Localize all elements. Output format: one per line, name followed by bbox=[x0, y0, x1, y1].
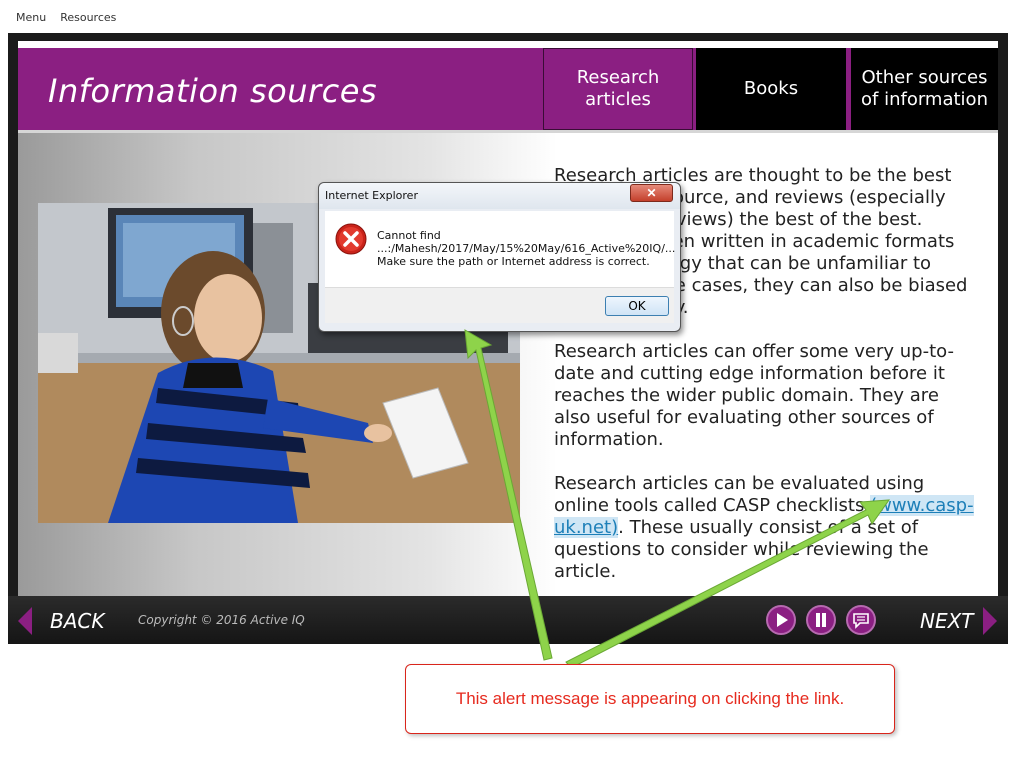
dialog-line-2: ...:/Mahesh/2017/May/15%20May/616_Active… bbox=[377, 242, 676, 255]
back-arrow-icon[interactable] bbox=[18, 607, 32, 635]
player-footer: BACK Copyright © 2016 Active IQ NEXT bbox=[8, 596, 1008, 644]
pause-icon bbox=[816, 613, 826, 627]
next-button[interactable]: NEXT bbox=[920, 609, 974, 633]
resources-link[interactable]: Resources bbox=[60, 11, 116, 24]
dialog-close-button[interactable]: ✕ bbox=[630, 184, 673, 202]
annotation-text: This alert message is appearing on click… bbox=[455, 689, 845, 708]
dialog-footer: OK bbox=[325, 287, 674, 323]
paragraph-3-text-a: Research articles can be evaluated using… bbox=[554, 473, 925, 516]
dialog-body: Cannot find ...:/Mahesh/2017/May/15%20Ma… bbox=[325, 211, 675, 287]
alert-dialog: Internet Explorer ✕ Cannot find ...:/Mah… bbox=[318, 182, 681, 332]
play-button[interactable] bbox=[766, 605, 796, 635]
slide-header: Information sources Research articles Bo… bbox=[18, 48, 998, 130]
back-button[interactable]: BACK bbox=[50, 609, 104, 633]
top-menu-bar: Menu Resources bbox=[16, 11, 116, 24]
paragraph-3: Research articles can be evaluated using… bbox=[554, 473, 980, 583]
stage-top-border bbox=[18, 41, 998, 48]
dialog-message: Cannot find ...:/Mahesh/2017/May/15%20Ma… bbox=[377, 229, 675, 268]
menu-link[interactable]: Menu bbox=[16, 11, 46, 24]
tab-research-articles[interactable]: Research articles bbox=[543, 48, 693, 130]
page-title: Information sources bbox=[48, 72, 378, 110]
play-icon bbox=[777, 613, 788, 627]
dialog-line-1: Cannot find bbox=[377, 229, 441, 242]
copyright-text: Copyright © 2016 Active IQ bbox=[138, 613, 305, 627]
dialog-title: Internet Explorer bbox=[325, 189, 418, 202]
dialog-line-3: Make sure the path or Internet address i… bbox=[377, 255, 650, 268]
speech-bubble-icon bbox=[853, 613, 869, 629]
transcript-button[interactable] bbox=[846, 605, 876, 635]
annotation-callout: This alert message is appearing on click… bbox=[405, 664, 895, 734]
next-arrow-icon[interactable] bbox=[983, 607, 997, 635]
tab-books[interactable]: Books bbox=[696, 48, 846, 130]
dialog-ok-button[interactable]: OK bbox=[605, 296, 669, 316]
course-player: Information sources Research articles Bo… bbox=[8, 33, 1008, 644]
pause-button[interactable] bbox=[806, 605, 836, 635]
tab-other-sources[interactable]: Other sources of information bbox=[848, 48, 998, 130]
error-circle-x-icon bbox=[335, 223, 367, 255]
dialog-titlebar: Internet Explorer ✕ bbox=[319, 183, 680, 209]
paragraph-2: Research articles can offer some very up… bbox=[554, 341, 954, 450]
